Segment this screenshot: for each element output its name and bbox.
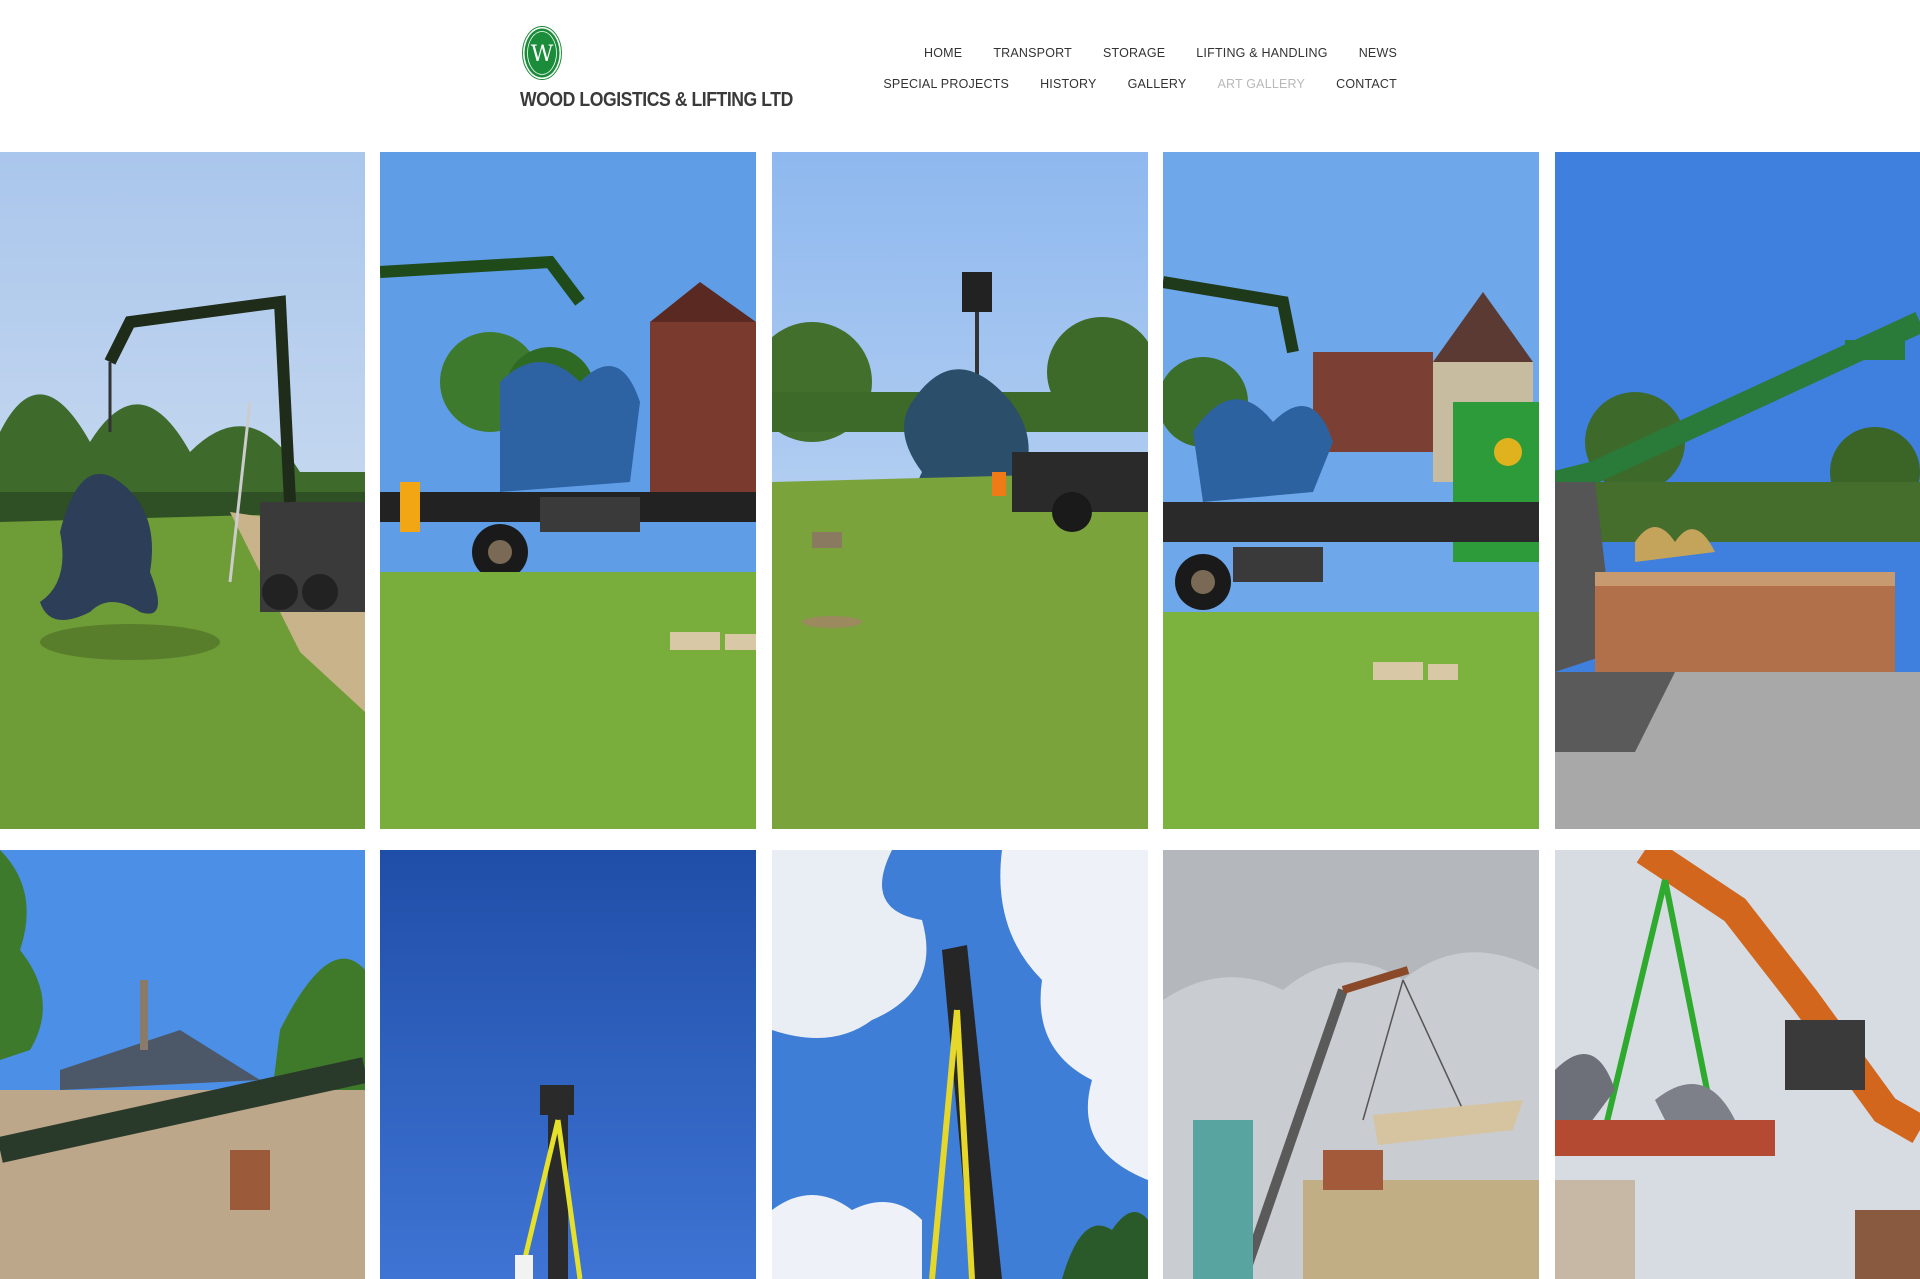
photo-sculpture-on-lorry [380,152,756,829]
nav-special-projects[interactable]: SPECIAL PROJECTS [883,77,1009,91]
photo-crane-cloudy-sky [772,850,1148,1279]
nav-storage[interactable]: STORAGE [1103,46,1165,60]
gallery-photo-3[interactable] [772,152,1148,829]
gallery-photo-2[interactable] [380,152,756,829]
nav-news[interactable]: NEWS [1359,46,1397,60]
photo-crane-lifting-crate [1163,850,1539,1279]
brand-name: WOOD LOGISTICS & LIFTING LTD [520,89,793,111]
nav-row-secondary: SPECIAL PROJECTS HISTORY GALLERY ART GAL… [852,77,1397,91]
nav-lifting-handling[interactable]: LIFTING & HANDLING [1196,46,1327,60]
gallery-photo-10[interactable] [1555,850,1920,1279]
nav-row-primary: HOME TRANSPORT STORAGE LIFTING & HANDLIN… [893,46,1397,60]
nav-gallery[interactable]: GALLERY [1128,77,1187,91]
gallery-photo-8[interactable] [772,850,1148,1279]
gallery-photo-9[interactable] [1163,850,1539,1279]
photo-crane-stone-wall [0,850,365,1279]
photo-green-lorry-house [1163,152,1539,829]
photo-sculpture-suspended [772,152,1148,829]
nav-home[interactable]: HOME [924,46,962,60]
art-gallery-grid [0,152,1920,1279]
nav-art-gallery[interactable]: ART GALLERY [1217,77,1305,91]
photo-crane-tip-blue-sky [380,850,756,1279]
logo-badge-icon: W [522,26,562,80]
logo-letter: W [531,42,554,67]
site-header: W WOOD LOGISTICS & LIFTING LTD HOME TRAN… [0,0,1920,150]
gallery-photo-5[interactable] [1555,152,1920,829]
nav-transport[interactable]: TRANSPORT [993,46,1072,60]
gallery-photo-4[interactable] [1163,152,1539,829]
photo-crane-lift-lawn [0,152,365,829]
nav-contact[interactable]: CONTACT [1336,77,1397,91]
photo-excavator-lift [1555,850,1920,1279]
gallery-photo-6[interactable] [0,850,365,1279]
logo[interactable]: W WOOD LOGISTICS & LIFTING LTD [520,24,793,124]
gallery-photo-7[interactable] [380,850,756,1279]
nav-history[interactable]: HISTORY [1040,77,1097,91]
gallery-photo-1[interactable] [0,152,365,829]
photo-crane-over-planter [1555,152,1920,829]
